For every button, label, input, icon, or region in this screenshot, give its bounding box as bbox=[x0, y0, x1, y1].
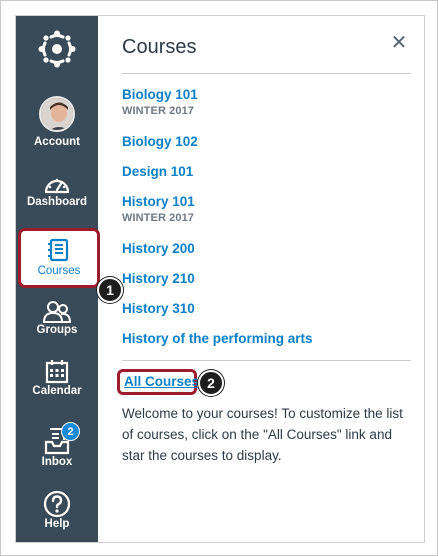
course-term: WINTER 2017 bbox=[122, 105, 195, 117]
global-navigation: Account Dashboard Courses Groups Calenda… bbox=[16, 16, 100, 542]
groups-icon bbox=[42, 301, 72, 323]
nav-account-label: Account bbox=[34, 136, 80, 148]
app-window: Account Dashboard Courses Groups Calenda… bbox=[15, 15, 425, 543]
nav-help[interactable]: Help bbox=[16, 490, 98, 538]
course-link-history-210[interactable]: History 210 bbox=[122, 271, 195, 286]
nav-groups[interactable]: Groups bbox=[16, 300, 98, 348]
tray-divider bbox=[122, 360, 411, 361]
nav-dashboard[interactable]: Dashboard bbox=[16, 172, 98, 220]
welcome-message: Welcome to your courses! To customize th… bbox=[122, 406, 403, 463]
inbox-unread-badge: 2 bbox=[61, 422, 80, 441]
all-courses-link[interactable]: All Courses bbox=[117, 369, 199, 395]
course-link-history-performing-arts[interactable]: History of the performing arts bbox=[122, 331, 313, 346]
nav-calendar-label: Calendar bbox=[32, 385, 82, 397]
course-link-design-101[interactable]: Design 101 bbox=[122, 164, 193, 179]
avatar bbox=[39, 96, 75, 132]
tray-title: Courses bbox=[122, 36, 197, 58]
nav-courses[interactable]: Courses bbox=[18, 228, 100, 288]
step-callout-2: 2 bbox=[198, 370, 224, 396]
canvas-logo-icon[interactable] bbox=[37, 29, 77, 69]
nav-calendar[interactable]: Calendar bbox=[16, 359, 98, 407]
nav-groups-label: Groups bbox=[36, 324, 78, 336]
calendar-icon bbox=[45, 360, 69, 384]
nav-help-label: Help bbox=[44, 518, 70, 530]
screenshot-frame: Account Dashboard Courses Groups Calenda… bbox=[0, 0, 438, 556]
nav-courses-label: Courses bbox=[37, 265, 81, 277]
course-link-biology-102[interactable]: Biology 102 bbox=[122, 134, 198, 149]
course-link-biology-101[interactable]: Biology 101 bbox=[122, 87, 198, 102]
course-link-history-101[interactable]: History 101 bbox=[122, 194, 195, 209]
course-link-history-200[interactable]: History 200 bbox=[122, 241, 195, 256]
user-avatar-icon bbox=[41, 98, 73, 130]
help-question-icon bbox=[43, 490, 71, 518]
course-link-history-310[interactable]: History 310 bbox=[122, 301, 195, 316]
nav-dashboard-label: Dashboard bbox=[26, 196, 88, 208]
close-icon[interactable]: ✕ bbox=[388, 32, 410, 54]
nav-account[interactable]: Account bbox=[16, 96, 98, 152]
nav-inbox[interactable]: 2 Inbox bbox=[16, 422, 98, 474]
tray-divider bbox=[122, 73, 411, 74]
course-term: WINTER 2017 bbox=[122, 212, 195, 224]
courses-book-icon bbox=[48, 238, 69, 262]
dashboard-icon bbox=[44, 178, 70, 194]
step-callout-1: 1 bbox=[97, 277, 123, 303]
nav-inbox-label: Inbox bbox=[41, 456, 73, 468]
